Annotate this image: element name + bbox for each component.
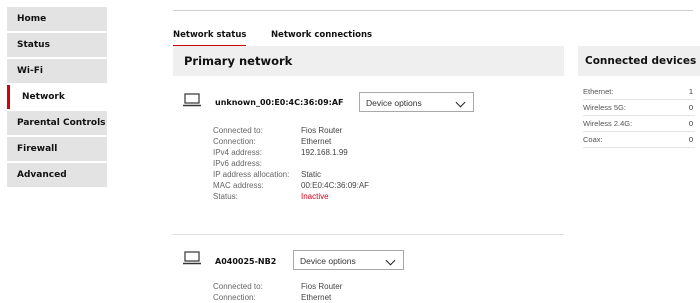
sidebar-item-firewall[interactable]: Firewall [7,137,107,161]
detail-row-ipv4: IPv4 address: 192.168.1.99 [213,147,369,158]
list-item: Wireless 2.4G: 0 [583,116,695,132]
device-details: Connected to: Fios Router Connection: Ethe… [213,125,369,202]
connection-count: 0 [688,119,693,128]
device-header: A040025-NB2 Device options [183,250,563,272]
detail-label: IPv6 address: [213,159,262,168]
connection-type-label: Wireless 5G: [583,103,626,112]
laptop-icon [183,93,201,107]
sidebar-item-advanced[interactable]: Advanced [7,163,107,187]
device-divider [173,234,564,235]
detail-value: 00:E0:4C:36:09:AF [301,181,370,190]
connected-devices-list: Ethernet: 1 Wireless 5G: 0 Wireless 2.4G… [583,84,695,148]
detail-value: Ethernet [301,137,332,146]
device-options-dropdown[interactable]: Device options [293,250,404,270]
chevron-down-icon [455,97,466,108]
detail-row-connected-to: Connected to: Fios Router [213,125,369,136]
top-divider [173,10,693,11]
tab-network-connections[interactable]: Network connections [271,30,372,45]
sidebar-item-status[interactable]: Status [7,33,107,57]
detail-row-status: Status: Inactive [213,191,369,202]
detail-label: IPv4 address: [213,148,262,157]
tab-bar: Network status Network connections [173,24,392,48]
list-item: Wireless 5G: 0 [583,100,695,116]
device-card: A040025-NB2 Device options Connected to:… [183,250,563,302]
list-item: Coax: 0 [583,132,695,148]
device-card: unknown_00:E0:4C:36:09:AF Device options… [183,92,563,201]
detail-label: MAC address: [213,181,264,190]
detail-row-ipv6: IPv6 address: [213,158,369,169]
sidebar-item-network[interactable]: Network [7,85,107,109]
detail-row-mac: MAC address: 00:E0:4C:36:09:AF [213,180,369,191]
list-item: Ethernet: 1 [583,84,695,100]
sidebar-item-wifi[interactable]: Wi-Fi [7,59,107,83]
device-options-dropdown[interactable]: Device options [359,92,474,112]
device-options-label: Device options [300,256,356,266]
connected-devices-header: Connected devices [578,46,700,76]
detail-value: Ethernet [301,293,332,302]
connection-type-label: Wireless 2.4G: [583,119,633,128]
status-value: Inactive [301,192,329,201]
detail-label: Connected to: [213,126,263,135]
device-name: unknown_00:E0:4C:36:09:AF [215,98,344,107]
connection-count: 0 [688,103,693,112]
primary-network-header: Primary network [173,46,564,76]
sidebar-item-home[interactable]: Home [7,7,107,31]
detail-value: Static [301,170,322,179]
connection-type-label: Ethernet: [583,87,614,96]
chevron-down-icon [385,255,396,266]
device-details: Connected to: Fios Router Connection: Ethe… [213,281,342,303]
detail-label: IP address allocation: [213,170,290,179]
device-header: unknown_00:E0:4C:36:09:AF Device options [183,92,563,114]
detail-label: Connection: [213,137,256,146]
laptop-icon [183,251,201,265]
device-options-label: Device options [366,98,422,108]
connection-type-label: Coax: [583,135,603,144]
detail-row-connected-to: Connected to: Fios Router [213,281,342,292]
detail-value: Fios Router [301,126,343,135]
detail-row-ip-allocation: IP address allocation: Static [213,169,369,180]
detail-label: Status: [213,192,238,201]
detail-label: Connected to: [213,282,263,291]
connection-count: 0 [688,135,693,144]
detail-row-connection: Connection: Ethernet [213,136,369,147]
device-name: A040025-NB2 [215,257,277,266]
sidebar-item-parental-controls[interactable]: Parental Controls [7,111,107,135]
detail-value: Fios Router [301,282,343,291]
detail-label: Connection: [213,293,256,302]
sidebar-nav: Home Status Wi-Fi Network Parental Contr… [7,7,107,189]
detail-row-connection: Connection: Ethernet [213,292,342,303]
detail-value: 192.168.1.99 [301,148,348,157]
connection-count: 1 [688,87,693,96]
